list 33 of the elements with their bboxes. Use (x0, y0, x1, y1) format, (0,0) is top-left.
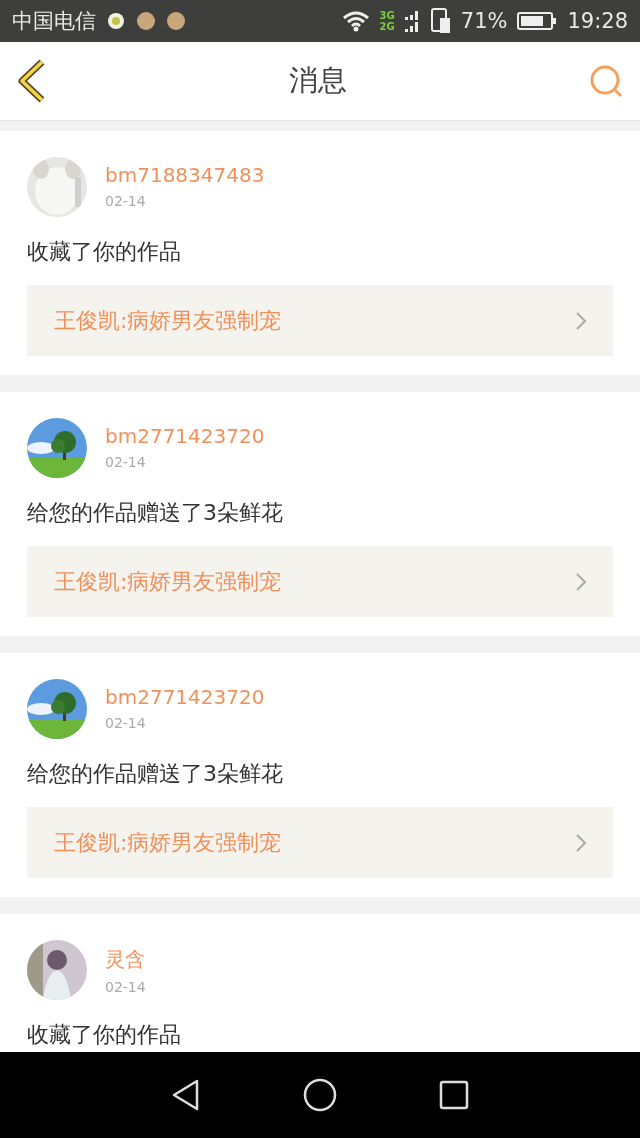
network-label: 3G (379, 10, 395, 21)
work-link[interactable]: 王俊凯:病娇男友强制宠 (27, 546, 613, 617)
page-title: 消息 (289, 62, 347, 99)
network-label: 2G (379, 21, 395, 32)
message-text: 给您的作品赠送了3朵鲜花 (27, 760, 284, 788)
message-date: 02-14 (105, 193, 147, 209)
coin-icon (136, 11, 156, 31)
wifi-icon (341, 10, 370, 32)
message-date: 02-14 (105, 979, 146, 995)
chevron-right-icon (575, 832, 587, 853)
coin-icon (166, 11, 186, 31)
message-date: 02-14 (105, 715, 147, 731)
user-name[interactable]: bm2771423720 (105, 685, 265, 709)
message-text: 给您的作品赠送了3朵鲜花 (27, 499, 284, 527)
home-circle-icon[interactable] (303, 1078, 337, 1112)
battery-percent: 71% (460, 9, 508, 33)
message-date: 02-14 (105, 454, 147, 470)
signal-icon (404, 9, 421, 33)
work-link[interactable]: 王俊凯:病娇男友强制宠 (27, 285, 613, 356)
chevron-right-icon (575, 310, 587, 331)
recents-square-icon[interactable] (439, 1080, 469, 1110)
sim-card-icon (430, 8, 451, 34)
back-triangle-icon[interactable] (171, 1079, 201, 1111)
user-name[interactable]: 灵含 (105, 946, 146, 973)
message-text: 收藏了你的作品 (27, 1021, 182, 1049)
message-text: 收藏了你的作品 (27, 238, 182, 266)
clock-time: 19:28 (567, 9, 628, 33)
work-link[interactable]: 王俊凯:病娇男友强制宠 (27, 807, 613, 878)
chevron-right-icon (575, 571, 587, 592)
user-name[interactable]: bm2771423720 (105, 424, 265, 448)
battery-icon (517, 11, 558, 31)
user-name[interactable]: bm7188347483 (105, 163, 265, 187)
carrier-name: 中国电信 (12, 8, 96, 35)
